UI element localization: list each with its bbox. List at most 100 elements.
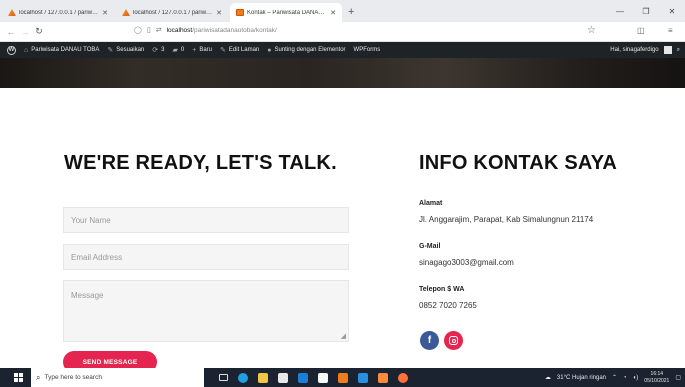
- task-view-icon[interactable]: [213, 368, 233, 387]
- back-icon[interactable]: ←: [4, 27, 18, 37]
- firefox-icon[interactable]: [393, 368, 413, 387]
- shield-icon: ◯: [134, 27, 142, 34]
- wpforms-label: WPForms: [353, 47, 381, 53]
- minimize-icon[interactable]: —: [607, 7, 633, 16]
- network-icon[interactable]: ◔: [623, 375, 627, 381]
- facebook-icon[interactable]: f: [420, 331, 439, 350]
- tray-chevron-icon[interactable]: ⌃: [612, 374, 617, 381]
- customize-link[interactable]: ✎ Sesuaikan: [107, 46, 144, 54]
- address-label: Alamat: [419, 200, 443, 207]
- comments-count: 0: [180, 47, 185, 53]
- clock-date: 05/10/2021: [644, 377, 670, 384]
- browser-tab[interactable]: localhost / 127.0.0.1 / pariwisata ✕: [116, 3, 228, 22]
- email-field[interactable]: Email Address: [63, 244, 349, 270]
- brush-icon: ✎: [107, 47, 114, 54]
- taskbar-search-input[interactable]: ⌕ Type here to search: [31, 368, 204, 387]
- tab-title: localhost / 127.0.0.1 / pariwisata: [19, 9, 100, 16]
- clock-time: 16:14: [650, 370, 664, 377]
- elementor-label: Sunting dengan Elementor: [274, 47, 346, 53]
- xampp-icon: [122, 9, 130, 16]
- name-field[interactable]: Your Name: [63, 207, 349, 233]
- dashboard-icon: ⌂: [24, 46, 29, 54]
- edit-page-label: Edit Laman: [228, 47, 260, 53]
- elementor-link[interactable]: ● Sunting dengan Elementor: [267, 47, 345, 54]
- instagram-icon[interactable]: [444, 331, 463, 350]
- close-tab-icon[interactable]: ✕: [330, 9, 336, 17]
- sublime-icon[interactable]: [373, 368, 393, 387]
- reload-icon[interactable]: ↻: [32, 26, 46, 37]
- url-field[interactable]: ◯ ▯ ⇄ localhost/pariwisatadanautoba/kont…: [134, 26, 277, 35]
- comments-link[interactable]: ▰ 0: [173, 46, 185, 54]
- forward-icon[interactable]: →: [18, 27, 32, 37]
- gmail-label: G-Mail: [419, 243, 441, 250]
- browser-tab-active[interactable]: Kontak – Pariwisata DANAU TOBA ✕: [230, 3, 342, 22]
- message-field[interactable]: Message ◢: [63, 280, 349, 342]
- vscode-icon[interactable]: [353, 368, 373, 387]
- site-name: Pariwisata DANAU TOBA: [31, 47, 100, 53]
- address-value: Jl. Anggarajim, Parapat, Kab Simalungnun…: [419, 215, 594, 224]
- comment-icon: ▰: [172, 47, 178, 54]
- tab-title: Kontak – Pariwisata DANAU TOBA: [247, 9, 327, 16]
- wp-admin-bar: W ⌂ Pariwisata DANAU TOBA ✎ Sesuaikan ⟳ 3 ▰…: [0, 42, 685, 58]
- mail-icon[interactable]: [293, 368, 313, 387]
- new-content-link[interactable]: + Baru: [192, 47, 212, 54]
- camera-glyph: [449, 336, 458, 345]
- notifications-icon[interactable]: ▢: [675, 374, 681, 381]
- site-name-link[interactable]: ⌂ Pariwisata DANAU TOBA: [24, 47, 99, 54]
- search-icon[interactable]: ⌕: [677, 47, 680, 54]
- url-path: /pariwisatadanautoba/kontak/: [192, 26, 277, 34]
- account-menu[interactable]: Hai, sinagaferdigo ⌕: [610, 42, 680, 58]
- pocket-icon[interactable]: ◫: [637, 26, 645, 35]
- file-explorer-icon[interactable]: [253, 368, 273, 387]
- url-host: localhost: [166, 26, 193, 34]
- resize-handle-icon[interactable]: ◢: [341, 332, 346, 340]
- store-icon[interactable]: [273, 368, 293, 387]
- email-placeholder: Email Address: [71, 252, 123, 262]
- screen: localhost / 127.0.0.1 / pariwisata ✕ loc…: [0, 0, 685, 387]
- menu-icon[interactable]: ≡: [668, 26, 673, 35]
- address-bar: ← → ↻ ◯ ▯ ⇄ localhost/pariwisatadanautob…: [0, 22, 685, 42]
- gmail-value: sinagago3003@gmail.com: [419, 258, 514, 267]
- new-label: Baru: [199, 47, 213, 53]
- avatar: [663, 46, 672, 54]
- xampp-app-icon[interactable]: [333, 368, 353, 387]
- phone-value: 0852 7020 7265: [419, 301, 477, 310]
- system-tray: ☁ 31°C Hujan ringan ⌃ ◔ ◖) 16:14 05/10/2…: [545, 368, 681, 387]
- greeting-label: Hai, sinagaferdigo: [610, 47, 659, 53]
- updates-icon: ⟳: [152, 47, 159, 54]
- new-tab-button[interactable]: +: [348, 3, 354, 22]
- elementor-icon: ●: [267, 46, 272, 54]
- volume-icon[interactable]: ◖): [633, 375, 639, 381]
- tab-title: localhost / 127.0.0.1 / pariwisata: [133, 9, 214, 16]
- name-placeholder: Your Name: [71, 215, 111, 225]
- pencil-icon: ✎: [220, 47, 226, 54]
- message-placeholder: Message: [71, 291, 104, 300]
- edit-page-link[interactable]: ✎ Edit Laman: [220, 46, 259, 54]
- xampp-icon: [8, 9, 16, 16]
- taskbar-apps: [213, 368, 413, 387]
- updates-count: 3: [161, 47, 165, 53]
- weather-label[interactable]: 31°C Hujan ringan: [557, 375, 606, 381]
- updates-link[interactable]: ⟳ 3: [152, 46, 164, 54]
- restore-icon[interactable]: ❐: [633, 7, 659, 16]
- edge-icon[interactable]: [233, 368, 253, 387]
- browser-tab-strip: localhost / 127.0.0.1 / pariwisata ✕ loc…: [0, 0, 685, 22]
- taskbar-search-placeholder: Type here to search: [44, 374, 102, 381]
- phone-label: Telepon $ WA: [419, 286, 465, 293]
- close-tab-icon[interactable]: ✕: [102, 9, 108, 17]
- window-controls: — ❐ ✕: [607, 0, 685, 22]
- bookmark-star-icon[interactable]: ☆: [587, 25, 596, 36]
- close-window-icon[interactable]: ✕: [659, 7, 685, 16]
- hero-banner: [0, 58, 685, 88]
- info-heading: INFO KONTAK SAYA: [419, 152, 618, 174]
- wordpress-icon[interactable]: W: [7, 45, 16, 55]
- document-icon[interactable]: [313, 368, 333, 387]
- wpforms-link[interactable]: WPForms: [354, 47, 381, 53]
- permissions-icon: ⇄: [155, 27, 162, 34]
- clock[interactable]: 16:14 05/10/2021: [644, 371, 669, 385]
- close-tab-icon[interactable]: ✕: [216, 9, 222, 17]
- windows-start-icon[interactable]: [10, 368, 26, 387]
- weather-icon: ☁: [544, 375, 551, 381]
- browser-tab[interactable]: localhost / 127.0.0.1 / pariwisata ✕: [2, 3, 114, 22]
- plus-icon: +: [192, 46, 197, 54]
